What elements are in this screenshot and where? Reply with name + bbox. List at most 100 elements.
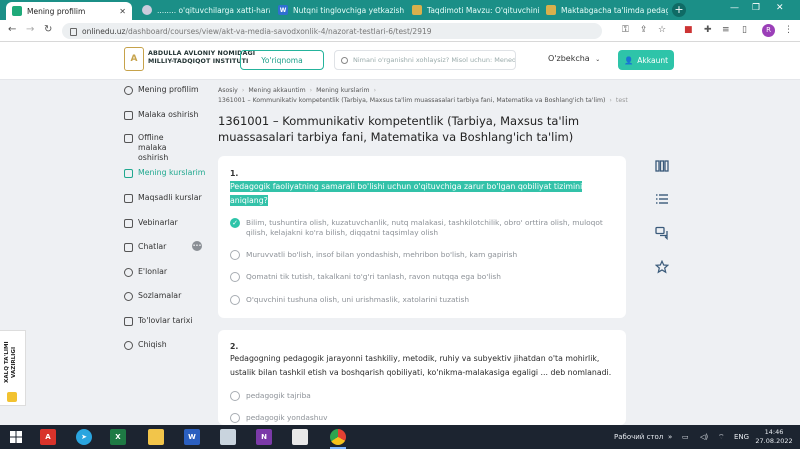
tray-arrow-icon[interactable]: »: [668, 433, 672, 441]
star-icon[interactable]: [653, 258, 671, 276]
breadcrumb-home[interactable]: Asosiy: [218, 87, 238, 94]
library-icon[interactable]: [653, 157, 671, 175]
sidebar-item-training[interactable]: Malaka oshirish: [124, 110, 208, 120]
key-icon[interactable]: ⚿: [622, 25, 629, 35]
radio-icon[interactable]: [230, 272, 240, 282]
back-arrow-icon[interactable]: ←: [8, 24, 16, 35]
breadcrumb: Asosiy › Mening akkauntim › Mening kurslarim…: [218, 86, 628, 106]
sidebar-item-webinars[interactable]: Vebinarlar: [124, 218, 208, 228]
chrome-icon[interactable]: [330, 429, 346, 445]
radio-icon[interactable]: [230, 295, 240, 305]
close-icon[interactable]: ✕: [113, 7, 126, 16]
document-viewer-icon[interactable]: [292, 429, 308, 445]
breadcrumb-course[interactable]: 1361001 – Kommunikativ kompetentlik (Tar…: [218, 97, 605, 104]
question-card-1: 1. Pedagogik faoliyatning samarali bo'li…: [218, 156, 626, 318]
menu-dots-icon[interactable]: ⋮: [784, 25, 793, 35]
training-icon: [124, 111, 133, 120]
option-text: pedagogik yondashuv: [246, 413, 328, 422]
sidebar-item-label: Vebinarlar: [138, 218, 178, 227]
radio-checked-icon[interactable]: ✓: [230, 218, 240, 228]
url-host: onlinedu.uz: [82, 26, 126, 36]
browser-tab-4[interactable]: Taqdimoti Mavzu: O'qituvchini ✕: [406, 0, 540, 20]
browser-tab-profile[interactable]: Mening profilim ✕: [6, 2, 132, 20]
sidebar-item-offline-training[interactable]: Offline malaka oshirish: [124, 133, 194, 163]
telegram-icon[interactable]: ➤: [76, 429, 92, 445]
excel-icon[interactable]: X: [110, 429, 126, 445]
sidepanel-icon[interactable]: ▯: [742, 25, 747, 35]
list-icon[interactable]: [653, 190, 671, 208]
file-explorer-icon[interactable]: [148, 429, 164, 445]
breadcrumb-account[interactable]: Mening akkauntim: [248, 87, 305, 94]
sidebar-item-my-courses[interactable]: Mening kurslarim: [124, 168, 208, 178]
answer-option[interactable]: Muruvvatli bo'lish, insof bilan yondashi…: [230, 250, 626, 260]
reading-list-icon[interactable]: ≡: [722, 25, 730, 35]
guide-button[interactable]: Yo'riqnoma: [240, 50, 324, 70]
search-input[interactable]: Nimani o'rganishni xohlaysiz? Misol uchu…: [334, 50, 516, 70]
sidebar: Mening profilim Malaka oshirish Offline …: [112, 80, 205, 410]
radio-icon[interactable]: [230, 413, 240, 423]
window-close-icon[interactable]: ✕: [776, 3, 784, 13]
language-value: O'zbekcha: [548, 54, 590, 63]
word-icon[interactable]: W: [184, 429, 200, 445]
desktop-label[interactable]: Рабочий стол: [614, 433, 663, 441]
puzzle-icon[interactable]: ✚: [704, 25, 712, 35]
windows-start-icon[interactable]: [8, 429, 24, 445]
extension-icon[interactable]: ■: [684, 25, 693, 35]
gear-icon: [124, 292, 133, 301]
wifi-icon[interactable]: ⌔: [718, 433, 725, 442]
sidebar-item-target-courses[interactable]: Maqsadli kurslar: [124, 193, 208, 203]
new-tab-button[interactable]: +: [672, 3, 686, 17]
answer-option[interactable]: pedagogik tajriba: [230, 391, 626, 401]
url-path: /dashboard/courses/view/akt-va-media-sav…: [125, 26, 432, 36]
profile-avatar[interactable]: R: [762, 24, 775, 37]
option-text: Bilim, tushuntira olish, kuzatuvchanlik,…: [246, 218, 603, 237]
account-button[interactable]: 👤 Akkaunt: [618, 50, 674, 70]
calculator-icon[interactable]: [220, 429, 236, 445]
browser-tab-2[interactable]: ........ o'qituvchilarga xatti-harak ✕: [136, 0, 270, 20]
site-favicon-icon: [12, 6, 22, 16]
ministry-promo-tab[interactable]: XALQ TA'LIMI VAZIRLIGI: [0, 330, 26, 406]
comments-icon[interactable]: [653, 224, 671, 242]
clock-time: 14:46: [764, 428, 784, 436]
browser-tab-3[interactable]: W Nutqni tinglovchiga yetkazish ✕: [272, 0, 406, 20]
sidebar-item-profile[interactable]: Mening profilim: [124, 85, 208, 95]
question-text: Pedagogik faoliyatning samarali bo'lishi…: [230, 180, 590, 208]
share-icon[interactable]: ⇪: [640, 25, 648, 35]
pdf-app-icon[interactable]: A: [40, 429, 56, 445]
ministry-emblem-icon: [7, 392, 17, 402]
system-clock[interactable]: 14:46 27.08.2022: [752, 428, 796, 446]
keyboard-language[interactable]: ENG: [734, 433, 749, 441]
browser-tab-5[interactable]: Maktabgacha ta'limda pedago ✕: [540, 0, 668, 20]
sidebar-item-label: Malaka oshirish: [138, 110, 199, 119]
option-text: Muruvvatli bo'lish, insof bilan yondashi…: [246, 250, 518, 259]
profile-icon: [124, 86, 133, 95]
maximize-icon[interactable]: ❐: [752, 3, 760, 13]
sidebar-item-settings[interactable]: Sozlamalar: [124, 291, 208, 301]
language-select[interactable]: O'zbekcha ⌄: [548, 54, 600, 63]
answer-option[interactable]: ✓ Bilim, tushuntira olish, kuzatuvchanli…: [230, 218, 626, 238]
answer-option[interactable]: Qomatni tik tutish, takalkani to'g'ri ta…: [230, 272, 626, 282]
volume-icon[interactable]: ◁): [700, 433, 708, 441]
answer-option[interactable]: pedagogik yondashuv: [230, 413, 626, 423]
url-field[interactable]: onlinedu.uz/dashboard/courses/view/akt-v…: [62, 23, 602, 39]
offline-icon: [124, 134, 133, 143]
onenote-icon[interactable]: N: [256, 429, 272, 445]
radio-icon[interactable]: [230, 250, 240, 260]
breadcrumb-courses[interactable]: Mening kurslarim: [316, 87, 370, 94]
forward-arrow-icon[interactable]: →: [26, 24, 34, 35]
network-icon[interactable]: ▭: [682, 433, 689, 441]
tab-title: Taqdimoti Mavzu: O'qituvchini: [427, 5, 540, 15]
radio-icon[interactable]: [230, 391, 240, 401]
sidebar-item-label: Mening profilim: [138, 85, 199, 94]
sidebar-item-label: Offline malaka oshirish: [138, 133, 169, 162]
institute-logo-icon[interactable]: A: [124, 47, 144, 71]
reload-icon[interactable]: ↻: [44, 24, 52, 35]
sidebar-item-logout[interactable]: Chiqish: [124, 340, 208, 350]
sidebar-item-announcements[interactable]: E'lonlar: [124, 267, 208, 277]
breadcrumb-separator: ›: [241, 87, 245, 94]
answer-option[interactable]: O'quvchini tushuna olish, uni urishmasli…: [230, 295, 626, 305]
sidebar-item-payments[interactable]: To'lovlar tarixi: [124, 316, 208, 326]
chevron-down-icon: ⌄: [595, 56, 601, 63]
bookmark-star-icon[interactable]: ☆: [658, 25, 666, 35]
minimize-icon[interactable]: —: [730, 3, 739, 13]
